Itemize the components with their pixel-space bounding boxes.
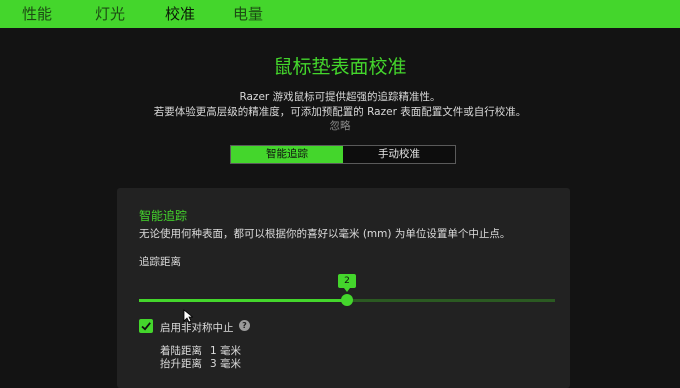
asymmetric-cutoff-checkbox[interactable] bbox=[139, 319, 153, 333]
ignore-link[interactable]: 忽略 bbox=[0, 118, 680, 133]
lift-distance-row: 抬升距离 3 毫米 bbox=[160, 356, 241, 371]
tab-power[interactable]: 电量 bbox=[233, 3, 263, 24]
section-description: 无论使用何种表面，都可以根据你的喜好以毫米 (mm) 为单位设置单个中止点。 bbox=[139, 228, 511, 240]
slider-fill bbox=[139, 299, 347, 302]
smart-tracking-panel: 智能追踪 无论使用何种表面，都可以根据你的喜好以毫米 (mm) 为单位设置单个中… bbox=[117, 188, 570, 388]
page-title: 鼠标垫表面校准 bbox=[273, 56, 407, 78]
lift-distance-label: 抬升距离 bbox=[160, 358, 202, 370]
checkmark-icon bbox=[141, 322, 151, 331]
mouse-cursor-icon bbox=[183, 309, 193, 323]
manual-calibration-button[interactable]: 手动校准 bbox=[343, 146, 455, 163]
tab-performance[interactable]: 性能 bbox=[22, 3, 52, 24]
tab-calibration[interactable]: 校准 bbox=[165, 3, 195, 24]
tracking-distance-label: 追踪距离 bbox=[139, 256, 181, 268]
asymmetric-cutoff-label: 启用非对称中止 bbox=[160, 322, 234, 334]
lift-distance-value: 3 毫米 bbox=[210, 358, 242, 370]
smart-tracking-button[interactable]: 智能追踪 bbox=[231, 146, 343, 163]
top-nav-bar: 性能 灯光 校准 电量 bbox=[0, 0, 680, 28]
mode-toggle: 智能追踪 手动校准 bbox=[230, 145, 456, 164]
description-line-1: Razer 游戏鼠标可提供超强的追踪精准性。 bbox=[239, 91, 441, 103]
tab-lighting[interactable]: 灯光 bbox=[95, 3, 125, 24]
help-icon[interactable]: ? bbox=[239, 320, 250, 331]
section-title: 智能追踪 bbox=[139, 209, 188, 223]
slider-value-tooltip: 2 bbox=[338, 274, 356, 292]
description-line-2: 若要体验更高层级的精准度，可添加预配置的 Razer 表面配置文件或自行校准。 bbox=[153, 106, 527, 118]
slider-thumb[interactable] bbox=[341, 294, 353, 306]
